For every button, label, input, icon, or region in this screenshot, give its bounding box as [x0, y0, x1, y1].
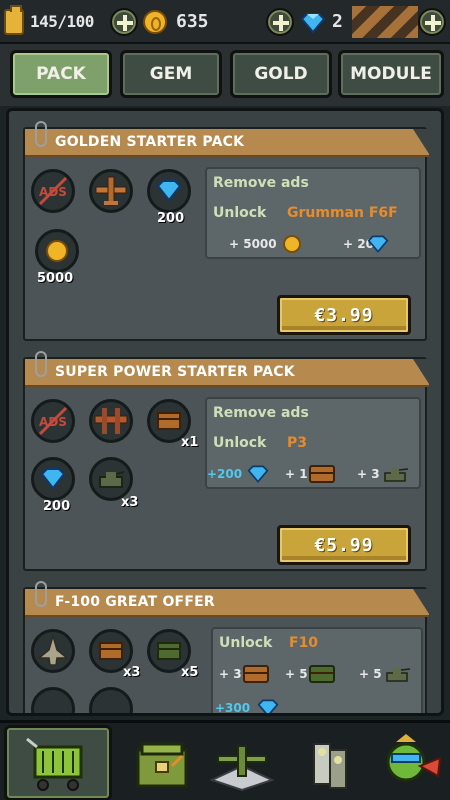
gem-reward: +300 — [215, 701, 251, 715]
fuel-icon — [4, 5, 24, 35]
coin-quantity: 5000 — [37, 271, 74, 286]
gem-icon — [247, 465, 269, 483]
unlock-plane-name: P3 — [287, 435, 308, 451]
unlock-plane-name: Grumman F6F — [287, 205, 398, 221]
offer-header: F-100 GREAT OFFER — [25, 589, 431, 617]
offer-card-super-power: SUPER POWER STARTER PACK ADS x1 200 x3 — [23, 351, 431, 571]
gem-icon — [147, 169, 191, 213]
offer-details: Unlock F10 + 3 + 5 + 5 +300 — [211, 627, 423, 715]
plane-icon — [89, 169, 133, 213]
shop-cart-icon — [26, 737, 83, 791]
tank-icon — [384, 468, 409, 482]
add-fuel-button[interactable] — [110, 8, 138, 36]
coin-icon — [143, 10, 167, 34]
add-gold-button[interactable] — [266, 8, 294, 36]
offers-panel[interactable]: GOLDEN STARTER PACK ADS 200 5000 Remove … — [6, 108, 444, 716]
gem-icon — [31, 457, 75, 501]
tank-icon — [89, 687, 133, 713]
gem-counter: 2 — [332, 11, 343, 32]
green-chest-icon — [309, 665, 335, 683]
paperclip-icon — [35, 351, 47, 377]
offer-header: GOLDEN STARTER PACK — [25, 129, 431, 157]
chest-reward: + 1 — [285, 467, 308, 481]
offer-card-golden-starter: GOLDEN STARTER PACK ADS 200 5000 Remove … — [23, 121, 431, 341]
tank-quantity: x3 — [121, 495, 139, 510]
green-chest-reward: + 5 — [285, 667, 308, 681]
offer-title: F-100 GREAT OFFER — [55, 594, 215, 610]
nav-supplies[interactable] — [122, 729, 202, 799]
fuel-counter: 145/100 — [30, 12, 94, 31]
gem-icon — [31, 687, 75, 713]
chest-quantity: x1 — [181, 435, 199, 450]
no-ads-icon: ADS — [31, 169, 75, 213]
gem-quantity: 200 — [43, 499, 71, 514]
gem-icon — [257, 699, 279, 713]
gold-reward: + 5000 — [229, 237, 277, 251]
offer-details: Remove ads Unlock P3 +200 + 1 + 3 — [205, 397, 421, 489]
tank-icon — [386, 668, 411, 682]
gem-icon — [367, 235, 389, 253]
nav-modules[interactable] — [290, 729, 370, 799]
nav-hangar[interactable] — [202, 729, 282, 799]
unlock-label: Unlock — [213, 435, 267, 451]
coin-icon — [283, 235, 301, 253]
remove-ads-label: Remove ads — [213, 175, 309, 191]
buy-golden-starter-button[interactable]: €3.99 — [277, 295, 411, 335]
stripe-decoration — [352, 6, 418, 38]
gem-icon — [300, 13, 326, 33]
chest-quantity: x3 — [123, 665, 141, 680]
weapon-module-icon — [313, 743, 347, 789]
bottom-navigation — [0, 720, 450, 800]
hangar-plane-icon — [209, 745, 275, 792]
resource-bar: 145/100 635 2 — [0, 0, 450, 44]
chest-icon — [309, 465, 335, 483]
tab-gold[interactable]: GOLD — [230, 50, 332, 98]
coin-icon — [35, 229, 79, 273]
chest-icon — [243, 665, 269, 683]
offer-card-f100: F-100 GREAT OFFER x3 x5 Unlock F10 + 3 +… — [23, 581, 431, 715]
green-chest-quantity: x5 — [181, 665, 199, 680]
pilot-icon — [386, 734, 442, 782]
no-ads-icon: ADS — [31, 399, 75, 443]
nav-pilots[interactable] — [372, 729, 450, 799]
offer-header: SUPER POWER STARTER PACK — [25, 359, 431, 387]
unlock-plane-name: F10 — [289, 635, 319, 651]
tank-reward: + 3 — [357, 467, 380, 481]
paperclip-icon — [35, 121, 47, 147]
gem-quantity: 200 — [157, 211, 185, 226]
buy-super-power-button[interactable]: €5.99 — [277, 525, 411, 565]
offer-title: SUPER POWER STARTER PACK — [55, 364, 295, 380]
nav-shop[interactable] — [4, 725, 112, 800]
tank-reward: + 5 — [359, 667, 382, 681]
tab-gem[interactable]: GEM — [120, 50, 222, 98]
offer-details: Remove ads Unlock Grumman F6F + 5000 + 2… — [205, 167, 421, 259]
supply-crate-icon — [136, 742, 188, 788]
tab-module[interactable]: MODULE — [338, 50, 444, 98]
remove-ads-label: Remove ads — [213, 405, 309, 421]
gold-counter: 635 — [176, 11, 209, 32]
unlock-label: Unlock — [219, 635, 273, 651]
jet-icon — [31, 629, 75, 673]
paperclip-icon — [35, 581, 47, 607]
chest-reward: + 3 — [219, 667, 242, 681]
unlock-label: Unlock — [213, 205, 267, 221]
plane-icon — [89, 399, 133, 443]
tab-pack[interactable]: PACK — [10, 50, 112, 98]
add-gems-button[interactable] — [418, 8, 446, 36]
gem-reward: +200 — [207, 467, 243, 481]
offer-title: GOLDEN STARTER PACK — [55, 134, 245, 150]
